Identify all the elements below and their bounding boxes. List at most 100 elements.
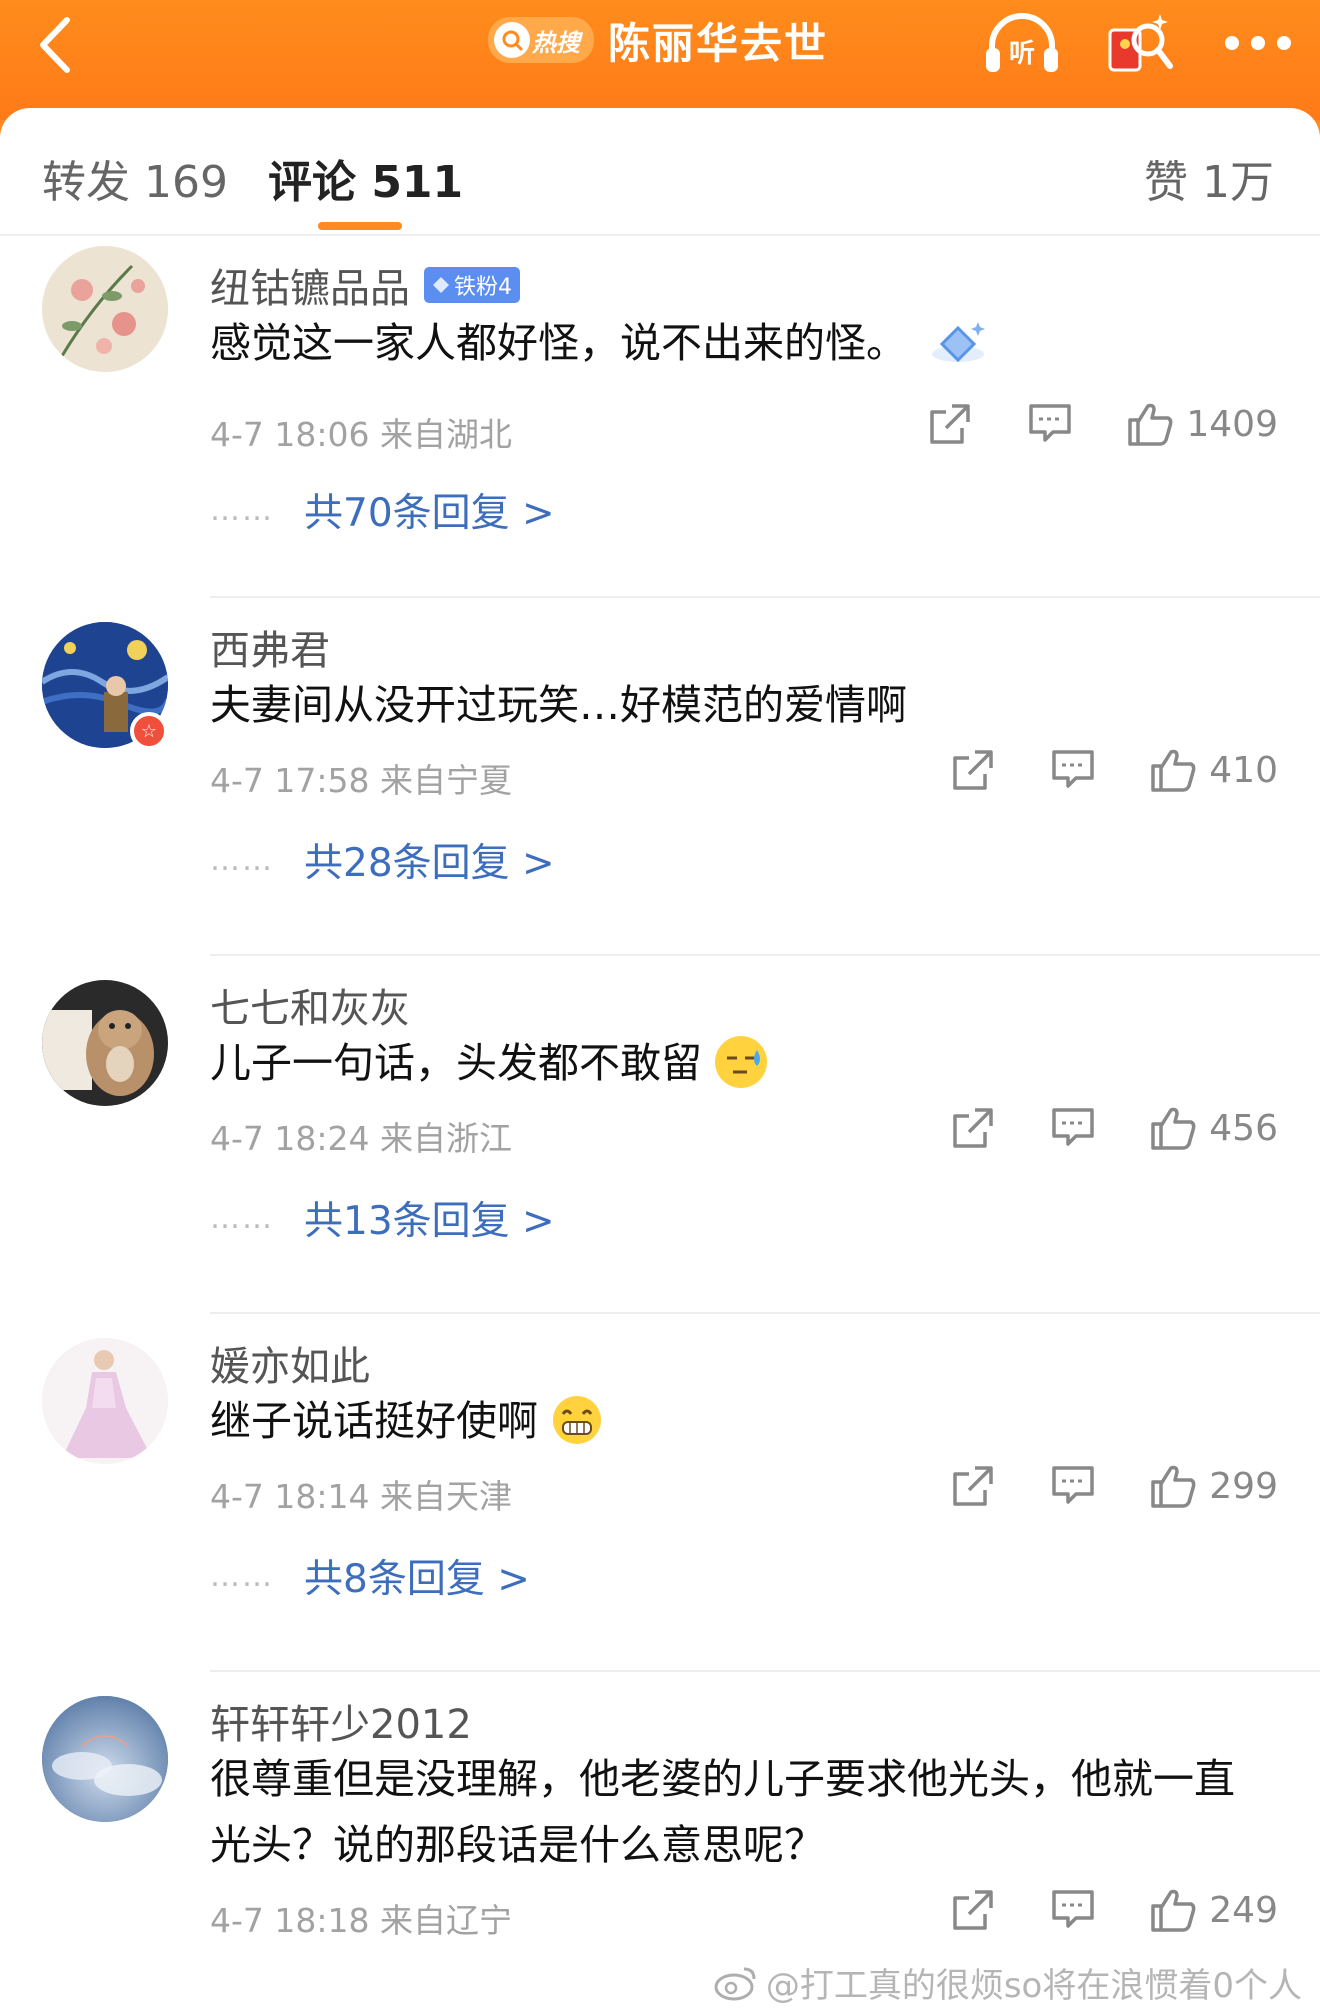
comment-meta: 4-7 18:06 来自湖北 bbox=[210, 415, 512, 454]
tab-bar: 转发 169 评论 511 赞 1万 bbox=[0, 108, 1320, 236]
thumbs-up-icon bbox=[1151, 1107, 1196, 1150]
thumbs-up-icon bbox=[1151, 1465, 1196, 1508]
comment-meta: 4-7 17:58 来自宁夏 bbox=[210, 761, 512, 800]
comment-text-content: 儿子一句话，头发都不敢留 bbox=[210, 1039, 702, 1087]
comment-item: ☆ 西弗君 夫妻间从没开过玩笑…好模范的爱情啊 4-7 17:58 来自宁夏 4… bbox=[0, 598, 1320, 956]
comment-text[interactable]: 儿子一句话，头发都不敢留 bbox=[210, 1030, 1260, 1096]
comment-icon bbox=[1052, 750, 1095, 788]
comment-meta: 4-7 18:18 来自辽宁 bbox=[210, 1901, 512, 1940]
diamond-icon bbox=[433, 277, 449, 293]
back-button[interactable] bbox=[30, 10, 80, 80]
repost-button[interactable] bbox=[945, 1458, 1001, 1514]
thumbs-up-icon bbox=[1151, 1889, 1196, 1932]
commenter-name-row: 七七和灰灰 bbox=[210, 976, 410, 1034]
replies-link[interactable]: 共70条回复 > bbox=[304, 482, 555, 538]
replies-link[interactable]: 共13条回复 > bbox=[304, 1190, 555, 1246]
comment-icon bbox=[1052, 1108, 1095, 1146]
like-count: 299 bbox=[1209, 1465, 1278, 1507]
view-replies[interactable]: …… 共13条回复 > bbox=[210, 1190, 555, 1246]
tab-reposts[interactable]: 转发 169 bbox=[42, 146, 228, 210]
commenter-name[interactable]: 七七和灰灰 bbox=[210, 976, 410, 1034]
sweat-face-emoji bbox=[715, 1036, 768, 1088]
comment-text[interactable]: 夫妻间从没开过玩笑…好模范的爱情啊 bbox=[210, 672, 1260, 738]
view-replies[interactable]: …… 共8条回复 > bbox=[210, 1548, 530, 1604]
chevron-left-icon bbox=[40, 17, 70, 73]
reply-button[interactable] bbox=[1022, 396, 1078, 452]
avatar[interactable] bbox=[42, 246, 168, 372]
commenter-name[interactable]: 媛亦如此 bbox=[210, 1334, 370, 1392]
comment-text[interactable]: 很尊重但是没理解，他老婆的儿子要求他光头，他就一直光头？说的那段话是什么意思呢？ bbox=[210, 1746, 1270, 1878]
reply-button[interactable] bbox=[1045, 1458, 1101, 1514]
replies-dots: …… bbox=[210, 842, 274, 878]
comment-item: 纽钴镳品品 铁粉4 感觉这一家人都好怪，说不出来的怪。 4-7 18:06 来自… bbox=[0, 236, 1320, 598]
reply-button[interactable] bbox=[1045, 1882, 1101, 1938]
fan-level-badge: 铁粉4 bbox=[424, 267, 520, 303]
comment-actions: 1409 bbox=[922, 396, 1278, 452]
replies-link[interactable]: 共8条回复 > bbox=[304, 1548, 530, 1604]
red-packet-button[interactable] bbox=[1098, 8, 1182, 78]
grin-face-emoji bbox=[551, 1394, 603, 1446]
watermark-text: @打工真的很烦so将在浪惯着0个人 bbox=[765, 1966, 1302, 2006]
page-title: 陈丽华去世 bbox=[608, 18, 829, 68]
comment-text-content: 感觉这一家人都好怪，说不出来的怪。 bbox=[210, 319, 907, 367]
share-icon bbox=[953, 1890, 994, 1930]
verified-badge-icon: ☆ bbox=[130, 712, 168, 750]
topic-title-area[interactable]: 热搜 陈丽华去世 bbox=[488, 12, 828, 68]
comment-actions: 410 bbox=[945, 742, 1278, 798]
commenter-name[interactable]: 纽钴镳品品 bbox=[210, 256, 410, 314]
repost-button[interactable] bbox=[945, 742, 1001, 798]
commenter-name[interactable]: 轩轩轩少2012 bbox=[210, 1692, 472, 1750]
like-button[interactable] bbox=[1122, 396, 1178, 452]
headphones-icon: 听 bbox=[986, 13, 1058, 72]
repost-button[interactable] bbox=[945, 1882, 1001, 1938]
like-count: 1409 bbox=[1186, 403, 1278, 445]
fan-badge-label: 铁粉4 bbox=[454, 275, 512, 300]
comment-text[interactable]: 感觉这一家人都好怪，说不出来的怪。 bbox=[210, 310, 1260, 376]
view-replies[interactable]: …… 共28条回复 > bbox=[210, 832, 555, 888]
avatar[interactable] bbox=[42, 980, 168, 1106]
comment-actions: 299 bbox=[945, 1458, 1278, 1514]
like-button[interactable] bbox=[1145, 742, 1201, 798]
replies-link[interactable]: 共28条回复 > bbox=[304, 832, 555, 888]
hot-search-badge: 热搜 bbox=[488, 17, 594, 63]
listen-button[interactable]: 听 bbox=[980, 8, 1064, 78]
repost-button[interactable] bbox=[922, 396, 978, 452]
hot-search-label: 热搜 bbox=[532, 28, 580, 57]
comment-icon bbox=[1052, 1890, 1095, 1928]
view-replies[interactable]: …… 共70条回复 > bbox=[210, 482, 555, 538]
avatar[interactable] bbox=[42, 1338, 168, 1464]
more-dots-icon bbox=[1225, 36, 1291, 50]
comment-item: 七七和灰灰 儿子一句话，头发都不敢留 4-7 18:24 来自浙江 456 ……… bbox=[0, 956, 1320, 1314]
commenter-name-row: 媛亦如此 bbox=[210, 1334, 370, 1392]
comments-sheet: 转发 169 评论 511 赞 1万 纽钴镳品品 铁粉4 感觉这一家人都好怪，说… bbox=[0, 108, 1320, 2013]
comment-icon bbox=[1029, 404, 1072, 442]
comment-text[interactable]: 继子说话挺好使啊 bbox=[210, 1388, 1260, 1454]
tab-likes[interactable]: 赞 1万 bbox=[1144, 146, 1274, 210]
weibo-logo-icon bbox=[714, 1967, 756, 2000]
replies-dots: …… bbox=[210, 1200, 274, 1236]
thumbs-up-icon bbox=[1128, 403, 1173, 446]
like-count: 410 bbox=[1209, 749, 1278, 791]
comment-text-content: 继子说话挺好使啊 bbox=[210, 1397, 538, 1445]
commenter-name[interactable]: 西弗君 bbox=[210, 618, 330, 676]
reply-button[interactable] bbox=[1045, 1100, 1101, 1156]
like-button[interactable] bbox=[1145, 1100, 1201, 1156]
reply-button[interactable] bbox=[1045, 742, 1101, 798]
like-button[interactable] bbox=[1145, 1882, 1201, 1938]
avatar[interactable] bbox=[42, 1696, 168, 1822]
comment-item: 媛亦如此 继子说话挺好使啊 4-7 18:14 来自天津 299 …… 共8条回… bbox=[0, 1314, 1320, 1672]
tab-comments[interactable]: 评论 511 bbox=[268, 146, 463, 210]
watermark: @打工真的很烦so将在浪惯着0个人 bbox=[714, 1958, 1302, 2007]
sparkle-diamond-icon bbox=[932, 322, 986, 363]
more-button[interactable] bbox=[1216, 8, 1300, 78]
repost-button[interactable] bbox=[945, 1100, 1001, 1156]
like-button[interactable] bbox=[1145, 1458, 1201, 1514]
share-icon bbox=[953, 1466, 994, 1506]
share-icon bbox=[953, 750, 994, 790]
thumbs-up-icon bbox=[1151, 749, 1196, 792]
svg-text:听: 听 bbox=[1009, 39, 1035, 69]
comment-meta: 4-7 18:14 来自天津 bbox=[210, 1477, 512, 1516]
commenter-name-row: 西弗君 bbox=[210, 618, 330, 676]
share-icon bbox=[953, 1108, 994, 1148]
like-count: 456 bbox=[1209, 1107, 1278, 1149]
